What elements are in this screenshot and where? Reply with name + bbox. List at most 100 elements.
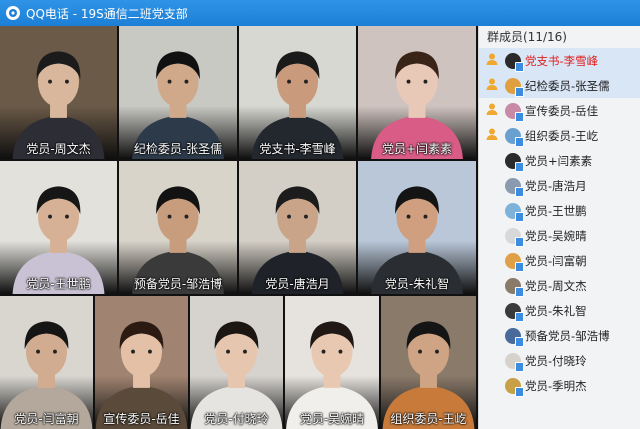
avatar [505, 352, 524, 372]
role-slot [479, 77, 505, 94]
member-item[interactable]: 组织委员-王屹 [479, 123, 640, 148]
member-name: 党员+闫素素 [525, 153, 593, 168]
admin-icon [485, 127, 499, 144]
member-name: 纪检委员-张圣儒 [525, 78, 610, 93]
app-name: QQ电话 [26, 6, 69, 21]
avatar [505, 327, 524, 347]
member-name: 党员-周文杰 [525, 278, 587, 293]
mobile-device-icon [515, 336, 524, 347]
group-name: 19S通信二班党支部 [80, 6, 188, 21]
mobile-device-icon [515, 136, 524, 147]
video-tile[interactable]: 党员-王世鹏 [0, 161, 117, 294]
mobile-device-icon [515, 286, 524, 297]
mobile-device-icon [515, 86, 524, 97]
participant-name: 预备党员-邹浩博 [133, 277, 223, 291]
video-tile[interactable]: 宣传委员-岳佳 [95, 296, 188, 429]
participant-name: 党员-朱礼智 [384, 277, 450, 291]
member-item[interactable]: 党员-付晓玲 [479, 348, 640, 373]
participant-name: 党员-付晓玲 [204, 412, 269, 426]
mobile-device-icon [515, 186, 524, 197]
video-grid: 党员-周文杰 纪检委员-张圣儒 党支书-李雪峰 党员+闫素素党员-王世鹏 预备党员-邹浩… [0, 26, 478, 429]
member-item[interactable]: 党员-朱礼智 [479, 298, 640, 323]
participant-name: 党支书-李雪峰 [259, 142, 336, 156]
member-item[interactable]: 党员-周文杰 [479, 273, 640, 298]
member-item[interactable]: 党员-吴婉晴 [479, 223, 640, 248]
members-header: 群成员(11/16) [487, 30, 567, 44]
title-separator: - [72, 6, 78, 21]
avatar [505, 252, 524, 272]
title-bar: QQ电话 - 19S通信二班党支部 [0, 0, 640, 26]
video-tile[interactable]: 党支书-李雪峰 [239, 26, 356, 159]
member-name: 宣传委员-岳佳 [525, 103, 599, 118]
avatar [505, 377, 524, 397]
member-list: 党支书-李雪峰 纪检委员-张圣儒 宣传委员-岳佳 组织委员-王屹 党员+闫素素 党员-唐浩… [479, 48, 640, 398]
mobile-device-icon [515, 211, 524, 222]
member-name: 党员-王世鹏 [525, 203, 587, 218]
participant-name: 纪检委员-张圣儒 [133, 142, 223, 156]
member-name: 预备党员-邹浩博 [525, 328, 610, 343]
video-tile[interactable]: 党员+闫素素 [358, 26, 476, 159]
member-name: 党支书-李雪峰 [525, 53, 599, 68]
member-name: 党员-朱礼智 [525, 303, 587, 318]
members-panel: 群成员(11/16) 党支书-李雪峰 纪检委员-张圣儒 宣传委员-岳佳 组织委员-王屹… [478, 26, 640, 429]
admin-icon [485, 102, 499, 119]
participant-name: 党员-吴婉晴 [299, 412, 365, 426]
admin-icon [485, 52, 499, 69]
avatar [505, 202, 524, 222]
participant-name: 党员-闫富朝 [14, 412, 79, 426]
member-name: 党员-付晓玲 [525, 353, 587, 368]
member-item[interactable]: 党员-季明杰 [479, 373, 640, 398]
member-item[interactable]: 预备党员-邹浩博 [479, 323, 640, 348]
mobile-device-icon [515, 386, 524, 397]
mobile-device-icon [515, 311, 524, 322]
video-tile[interactable]: 党员-唐浩月 [239, 161, 356, 294]
video-tile[interactable]: 党员-吴婉晴 [285, 296, 379, 429]
video-tile[interactable]: 党员-周文杰 [0, 26, 117, 159]
avatar [505, 152, 524, 172]
video-tile[interactable]: 党员-闫富朝 [0, 296, 93, 429]
video-tile[interactable]: 党员-朱礼智 [358, 161, 476, 294]
member-name: 党员-唐浩月 [525, 178, 587, 193]
mobile-device-icon [515, 111, 524, 122]
mobile-device-icon [515, 161, 524, 172]
video-tile[interactable]: 党员-付晓玲 [190, 296, 283, 429]
avatar [505, 52, 524, 72]
qq-call-icon [6, 6, 20, 20]
avatar [505, 277, 524, 297]
member-list-scrollbar[interactable] [636, 48, 640, 429]
participant-name: 组织委员-王屹 [390, 412, 467, 426]
member-item[interactable]: 纪检委员-张圣儒 [479, 73, 640, 98]
member-name: 组织委员-王屹 [525, 128, 599, 143]
avatar [505, 127, 524, 147]
member-item[interactable]: 党员+闫素素 [479, 148, 640, 173]
role-slot [479, 127, 505, 144]
participant-name: 宣传委员-岳佳 [103, 412, 180, 426]
video-tile[interactable]: 组织委员-王屹 [381, 296, 476, 429]
member-name: 党员-吴婉晴 [525, 228, 587, 243]
member-name: 党员-闫富朝 [525, 253, 587, 268]
mobile-device-icon [515, 261, 524, 272]
member-item[interactable]: 党员-闫富朝 [479, 248, 640, 273]
member-item[interactable]: 党支书-李雪峰 [479, 48, 640, 73]
video-tile[interactable]: 预备党员-邹浩博 [119, 161, 237, 294]
participant-name: 党员+闫素素 [381, 142, 453, 156]
mobile-device-icon [515, 61, 524, 72]
role-slot [479, 102, 505, 119]
participant-name: 党员-唐浩月 [265, 277, 330, 291]
member-name: 党员-季明杰 [525, 378, 587, 393]
window-title: QQ电话 - 19S通信二班党支部 [26, 5, 188, 22]
member-item[interactable]: 宣传委员-岳佳 [479, 98, 640, 123]
member-item[interactable]: 党员-唐浩月 [479, 173, 640, 198]
avatar [505, 177, 524, 197]
avatar [505, 302, 524, 322]
avatar [505, 77, 524, 97]
admin-icon [485, 77, 499, 94]
video-tile[interactable]: 纪检委员-张圣儒 [119, 26, 237, 159]
role-slot [479, 52, 505, 69]
participant-name: 党员-周文杰 [26, 142, 91, 156]
avatar [505, 227, 524, 247]
avatar [505, 102, 524, 122]
mobile-device-icon [515, 361, 524, 372]
mobile-device-icon [515, 236, 524, 247]
member-item[interactable]: 党员-王世鹏 [479, 198, 640, 223]
